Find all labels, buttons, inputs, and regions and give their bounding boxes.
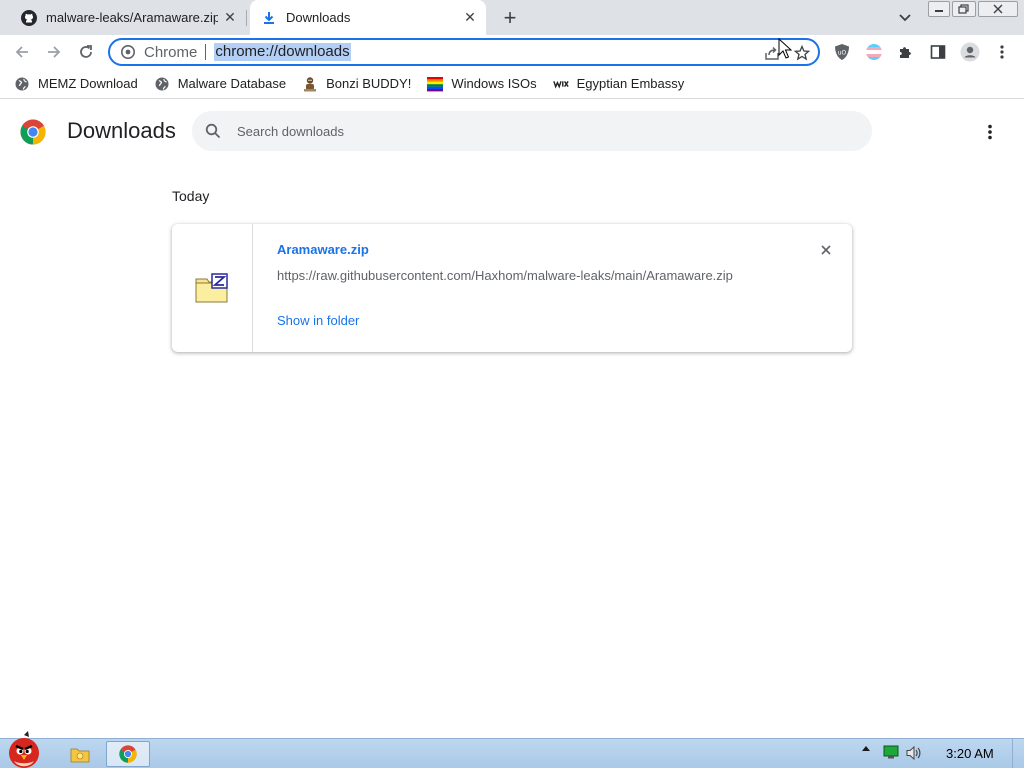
globe-icon (154, 76, 170, 92)
taskbar-clock[interactable]: 3:20 AM (946, 746, 994, 761)
search-input[interactable] (237, 123, 837, 139)
omnibox-chip-label: Chrome (144, 43, 198, 61)
show-in-folder-link[interactable]: Show in folder (277, 313, 359, 328)
bookmark-memz-download[interactable]: MEMZ Download (14, 76, 138, 92)
omnibox-separator (205, 44, 207, 60)
download-filename-link[interactable]: Aramaware.zip (277, 242, 369, 257)
window-restore-button[interactable] (952, 1, 976, 17)
zip-file-icon (195, 273, 228, 303)
bookmark-malware-database[interactable]: Malware Database (154, 76, 286, 92)
bookmark-label: Bonzi BUDDY! (326, 76, 412, 91)
ublock-extension-icon[interactable]: uO (831, 41, 853, 63)
address-bar[interactable]: Chrome chrome://downloads (108, 38, 820, 66)
chrome-logo-icon (20, 119, 46, 145)
show-desktop-button[interactable] (1012, 739, 1024, 768)
profile-avatar-icon[interactable] (959, 41, 981, 63)
taskbar-explorer-icon[interactable] (66, 741, 94, 767)
window-minimize-button[interactable] (928, 1, 950, 17)
file-icon-column (172, 224, 253, 352)
tray-show-hidden-icon[interactable] (860, 745, 872, 752)
new-tab-button[interactable]: + (498, 5, 522, 30)
flag-extension-icon[interactable] (863, 41, 885, 63)
chrome-site-icon (120, 44, 136, 60)
tab-malware-leaks[interactable]: malware-leaks/Aramaware.zip ✕ (8, 0, 246, 35)
bookmarks-bar: MEMZ Download Malware Database Bonzi BUD… (0, 69, 1024, 99)
bookmark-star-icon[interactable] (792, 43, 812, 63)
download-icon (260, 9, 278, 27)
tray-volume-icon[interactable] (904, 745, 924, 761)
wix-icon (552, 76, 569, 92)
tab-downloads[interactable]: Downloads ✕ (250, 0, 486, 35)
tab-separator (246, 10, 247, 26)
mouse-cursor-icon (778, 38, 792, 59)
side-panel-icon[interactable] (927, 41, 949, 63)
tray-network-icon[interactable] (882, 745, 900, 759)
bookmark-label: Egyptian Embassy (576, 76, 685, 91)
taskbar-chrome-icon (119, 745, 137, 763)
extensions-puzzle-icon[interactable] (895, 41, 917, 63)
bookmark-label: MEMZ Download (38, 76, 138, 91)
rainbow-flag-icon (427, 76, 444, 92)
tab-close-icon[interactable]: ✕ (218, 6, 242, 30)
bookmark-label: Windows ISOs (451, 76, 537, 91)
reload-button[interactable] (73, 39, 99, 65)
tab-strip: malware-leaks/Aramaware.zip ✕ Downloads … (0, 0, 1024, 35)
bookmark-windows-isos[interactable]: Windows ISOs (427, 76, 537, 92)
tab-search-chevron-icon[interactable] (894, 8, 916, 28)
url-text[interactable]: chrome://downloads (214, 43, 351, 61)
taskbar-chrome-button[interactable] (106, 741, 150, 767)
bonzi-icon (302, 76, 318, 92)
tab-close-icon[interactable]: ✕ (458, 6, 482, 30)
tab-title: malware-leaks/Aramaware.zip (46, 10, 218, 25)
page-title: Downloads (67, 118, 176, 143)
tab-title: Downloads (286, 10, 351, 25)
start-angry-bird-icon[interactable] (0, 731, 48, 768)
window-close-button[interactable] (978, 1, 1018, 17)
search-downloads-box[interactable] (192, 111, 872, 151)
downloads-menu-icon[interactable] (978, 120, 1002, 144)
bookmark-bonzi-buddy[interactable]: Bonzi BUDDY! (302, 76, 411, 92)
browser-menu-icon[interactable] (991, 41, 1013, 63)
browser-toolbar: Chrome chrome://downloads uO (0, 35, 1024, 69)
back-button[interactable] (9, 39, 35, 65)
bookmark-label: Malware Database (177, 76, 287, 91)
download-source-url[interactable]: https://raw.githubusercontent.com/Haxhom… (277, 268, 733, 283)
downloads-header: Downloads (0, 100, 1024, 162)
forward-button[interactable] (41, 39, 67, 65)
remove-download-close-icon[interactable] (816, 240, 836, 260)
section-heading-today: Today (172, 188, 210, 204)
search-icon[interactable] (204, 122, 222, 140)
svg-text:uO: uO (838, 50, 847, 57)
bookmark-egyptian-embassy[interactable]: Egyptian Embassy (552, 76, 685, 92)
globe-icon (14, 76, 30, 92)
taskbar: 3:20 AM (0, 731, 1024, 768)
download-item-card: Aramaware.zip https://raw.githubusercont… (172, 224, 852, 352)
github-icon (20, 9, 38, 27)
